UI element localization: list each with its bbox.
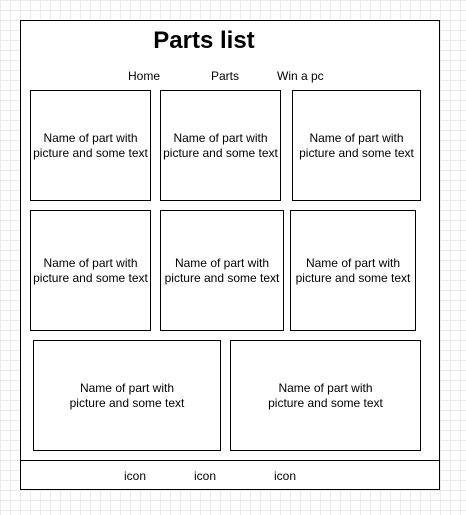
part-card-description: picture and some text xyxy=(295,270,411,285)
part-card-description: picture and some text xyxy=(299,145,414,160)
part-card-text: Name of part with picture and some text xyxy=(299,131,414,161)
nav-item-win-a-pc[interactable]: Win a pc xyxy=(277,68,324,84)
page-title: Parts list xyxy=(153,27,255,54)
part-card-description: picture and some text xyxy=(33,270,148,285)
footer-icon-3[interactable]: icon xyxy=(274,468,296,484)
part-card-3[interactable]: Name of part with picture and some text xyxy=(292,90,421,201)
part-card-name: Name of part with xyxy=(43,130,138,145)
nav-item-parts[interactable]: Parts xyxy=(211,68,239,84)
part-card-text: Name of part with picture and some text xyxy=(33,256,148,286)
footer-icon-2[interactable]: icon xyxy=(194,468,216,484)
part-card-description: picture and some text xyxy=(268,395,383,410)
part-card-name: Name of part with xyxy=(174,255,270,270)
part-card-5[interactable]: Name of part with picture and some text xyxy=(160,210,284,331)
part-card-text: Name of part with picture and some text xyxy=(268,381,383,411)
frame-corner-marker xyxy=(432,20,440,21)
part-card-description: picture and some text xyxy=(164,270,280,285)
part-card-2[interactable]: Name of part with picture and some text xyxy=(160,90,281,201)
part-card-description: picture and some text xyxy=(163,145,278,160)
part-card-text: Name of part with picture and some text xyxy=(296,256,411,286)
part-card-name: Name of part with xyxy=(79,380,175,395)
part-card-name: Name of part with xyxy=(305,255,401,270)
part-card-text: Name of part with picture and some text xyxy=(33,131,148,161)
part-card-text: Name of part with picture and some text xyxy=(165,256,280,286)
part-card-8[interactable]: Name of part with picture and some text xyxy=(230,340,421,451)
part-card-7[interactable]: Name of part with picture and some text xyxy=(33,340,221,451)
part-card-name: Name of part with xyxy=(309,130,404,145)
part-card-1[interactable]: Name of part with picture and some text xyxy=(30,90,151,201)
part-card-name: Name of part with xyxy=(43,255,138,270)
footer-divider xyxy=(20,460,440,461)
part-card-description: picture and some text xyxy=(69,395,185,410)
footer-icon-1[interactable]: icon xyxy=(124,468,146,484)
part-card-description: picture and some text xyxy=(33,145,148,160)
part-card-name: Name of part with xyxy=(278,380,373,395)
part-card-4[interactable]: Name of part with picture and some text xyxy=(30,210,151,331)
nav-item-home[interactable]: Home xyxy=(128,68,160,84)
part-card-text: Name of part with picture and some text xyxy=(70,381,185,411)
part-card-text: Name of part with picture and some text xyxy=(163,131,278,161)
part-card-6[interactable]: Name of part with picture and some text xyxy=(290,210,416,331)
part-card-name: Name of part with xyxy=(173,130,268,145)
